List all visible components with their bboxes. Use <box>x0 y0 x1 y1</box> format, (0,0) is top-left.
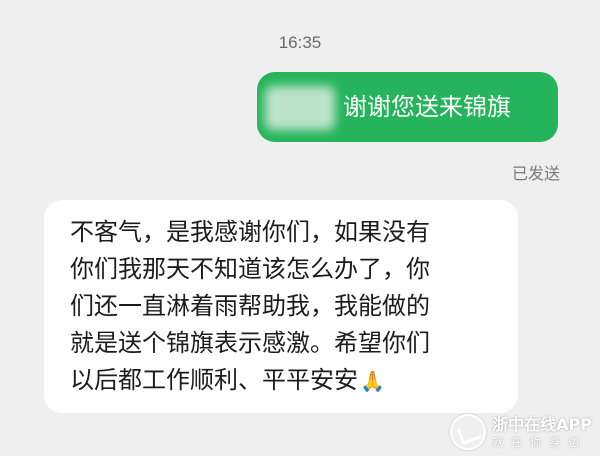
praying-hands-icon: 🙏 <box>360 369 385 393</box>
outgoing-message-bubble[interactable]: 谢谢您送来锦旗 <box>257 72 558 142</box>
incoming-message-bubble[interactable]: 不客气，是我感谢你们，如果没有 你们我那天不知道该怎么办了，你 们还一直淋着雨帮… <box>44 200 518 413</box>
message-status: 已发送 <box>511 164 560 183</box>
redaction-blur <box>265 86 335 130</box>
outgoing-message-text: 谢谢您送来锦旗 <box>343 93 511 121</box>
incoming-message-body: 不客气，是我感谢你们，如果没有 你们我那天不知道该怎么办了，你 们还一直淋着雨帮… <box>70 218 430 394</box>
watermark-subtitle: 就在你身边 <box>492 435 588 449</box>
message-timestamp: 16:35 <box>278 33 322 52</box>
incoming-message-text: 不客气，是我感谢你们，如果没有 你们我那天不知道该怎么办了，你 们还一直淋着雨帮… <box>70 214 498 399</box>
logo-icon <box>450 414 487 450</box>
app-watermark: 浙中在线APP 就在你身边 <box>450 414 592 450</box>
watermark-title: 浙中在线APP <box>492 414 592 434</box>
watermark-text: 浙中在线APP 就在你身边 <box>492 414 592 449</box>
